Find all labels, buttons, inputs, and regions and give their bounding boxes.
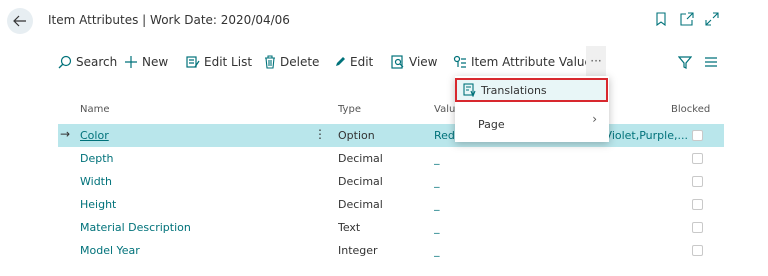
view-button[interactable]: View (391, 52, 437, 72)
trash-icon (265, 55, 275, 69)
edit-list-icon (186, 56, 200, 68)
plus-icon (125, 56, 137, 68)
attribute-name[interactable]: Width (80, 175, 112, 188)
table-row[interactable]: Material Description Text _ (58, 216, 724, 239)
blocked-checkbox[interactable] (692, 153, 703, 164)
view-icon (391, 55, 404, 69)
menu-item-translations-label: Translations (481, 83, 547, 97)
attribute-values[interactable]: _ (434, 198, 694, 211)
table-row[interactable]: Width Decimal _ (58, 170, 724, 193)
blocked-checkbox[interactable] (692, 245, 703, 256)
new-label: New (142, 55, 169, 69)
attribute-type: Text (338, 221, 361, 234)
attribute-values-icon (453, 55, 466, 68)
list-icon (705, 57, 717, 67)
attribute-type: Decimal (338, 152, 383, 165)
menu-item-page-label: Page (478, 117, 505, 131)
blocked-checkbox[interactable] (692, 130, 703, 141)
column-header-name[interactable]: Name (80, 104, 110, 115)
page-header: Item Attributes | Work Date: 2020/04/06 (0, 0, 768, 42)
expand-icon[interactable] (705, 12, 719, 26)
search-button[interactable]: Search (58, 52, 117, 72)
attribute-name[interactable]: Model Year (80, 244, 140, 257)
attribute-name[interactable]: Height (80, 198, 116, 211)
table-row[interactable]: Height Decimal _ (58, 193, 724, 216)
new-button[interactable]: New (124, 52, 168, 72)
item-attribute-values-label: Item Attribute Values (471, 55, 599, 69)
view-label: View (409, 55, 438, 69)
attribute-values[interactable]: _ (434, 221, 694, 234)
filter-icon (678, 56, 692, 69)
edit-button[interactable]: Edit (334, 52, 373, 72)
attribute-name[interactable]: Color (80, 129, 109, 142)
column-header-type[interactable]: Type (338, 104, 361, 115)
attribute-values[interactable]: _ (434, 244, 694, 257)
table-row[interactable]: Model Year Integer _ (58, 239, 724, 262)
more-actions-button[interactable]: ··· (586, 46, 606, 76)
item-attribute-values-button[interactable]: Item Attribute Values (453, 52, 598, 72)
blocked-checkbox[interactable] (692, 176, 703, 187)
blocked-checkbox[interactable] (692, 222, 703, 233)
table-row[interactable]: Depth Decimal _ (58, 147, 724, 170)
search-icon (58, 55, 72, 69)
search-label: Search (76, 55, 118, 69)
edit-label: Edit (350, 55, 374, 69)
more-actions-menu: Translations Page › (455, 76, 609, 142)
translations-icon (463, 83, 476, 97)
action-bar: Search New Edit List Delete Edit View It… (0, 46, 768, 76)
filter-button[interactable] (678, 52, 696, 72)
list-view-button[interactable] (704, 52, 722, 72)
table-row[interactable]: → Color ⋮ Option Red,Orange,Yellow,Green… (58, 124, 724, 147)
row-actions-icon[interactable]: ⋮ (314, 127, 326, 141)
delete-button[interactable]: Delete (264, 52, 319, 72)
page-title: Item Attributes | Work Date: 2020/04/06 (48, 13, 290, 27)
attribute-type: Option (338, 129, 375, 142)
menu-item-translations[interactable]: Translations (455, 78, 608, 102)
edit-list-button[interactable]: Edit List (186, 52, 252, 72)
attribute-values[interactable]: _ (434, 175, 694, 188)
chevron-right-icon: › (592, 112, 597, 126)
delete-label: Delete (280, 55, 320, 69)
attribute-name[interactable]: Material Description (80, 221, 191, 234)
open-new-window-icon[interactable] (680, 12, 694, 26)
attribute-name[interactable]: Depth (80, 152, 114, 165)
row-selected-arrow-icon: → (60, 127, 71, 141)
attribute-type: Decimal (338, 198, 383, 211)
arrow-left-icon (13, 15, 26, 27)
blocked-checkbox[interactable] (692, 199, 703, 210)
attribute-type: Integer (338, 244, 378, 257)
bookmark-icon[interactable] (655, 12, 667, 26)
menu-item-page[interactable]: Page › (455, 112, 609, 136)
back-button[interactable] (7, 8, 33, 34)
attribute-values[interactable]: _ (434, 152, 694, 165)
edit-list-label: Edit List (204, 55, 253, 69)
column-header-blocked[interactable]: Blocked (671, 104, 710, 115)
pencil-icon (336, 57, 345, 66)
attribute-type: Decimal (338, 175, 383, 188)
